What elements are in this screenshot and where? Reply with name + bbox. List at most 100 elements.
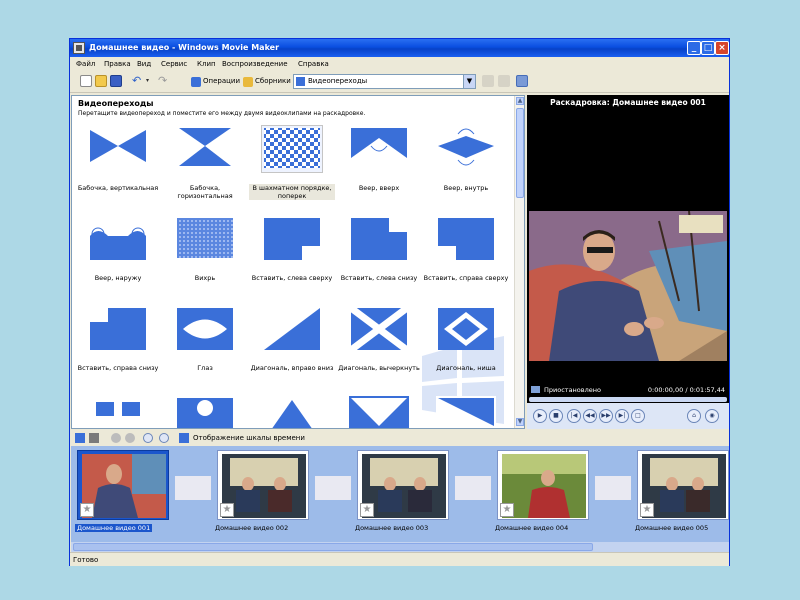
close-button[interactable]: ×	[715, 41, 729, 55]
partial-transition-icon	[88, 396, 148, 428]
previous-frame-icon[interactable]: |◀	[567, 409, 581, 423]
menu-edit[interactable]: Правка	[104, 60, 131, 68]
partial-transition-icon	[349, 396, 409, 428]
timeline-icon[interactable]	[179, 433, 189, 443]
save-project-icon[interactable]	[110, 75, 122, 87]
play-icon[interactable]: ▶	[533, 409, 547, 423]
whirlwind-icon	[175, 216, 235, 262]
menu-playback[interactable]: Воспроизведение	[222, 60, 288, 68]
transition-item[interactable]: Диагональ, ниша	[423, 306, 509, 394]
clip-caption: Домашнее видео 003	[355, 524, 429, 532]
transition-label: Вставить, справа сверху	[423, 274, 509, 282]
maximize-button[interactable]: □	[701, 41, 715, 55]
fast-forward-icon[interactable]: ▶▶	[599, 409, 613, 423]
storyboard: ★ Домашнее видео 001 ★ Домашнее видео 00…	[71, 446, 729, 552]
butterfly-vertical-icon	[88, 126, 148, 172]
stop-icon[interactable]: ■	[549, 409, 563, 423]
new-collection-icon[interactable]	[498, 75, 510, 87]
up-level-icon[interactable]	[482, 75, 494, 87]
preview-monitor: Раскадровка: Домашнее видео 001 Приостан…	[527, 95, 729, 429]
timeline-toggle-label[interactable]: Отображение шкалы времени	[193, 434, 305, 442]
open-project-icon[interactable]	[95, 75, 107, 87]
partial-transition-icon	[436, 396, 496, 428]
transition-item[interactable]: Бабочка, вертикальная	[75, 126, 161, 214]
star-icon: ★	[80, 503, 94, 517]
rewind-storyboard-icon[interactable]	[143, 433, 153, 443]
transition-slot[interactable]	[175, 476, 211, 500]
undo-dropdown-icon[interactable]: ▾	[146, 75, 158, 87]
clip-thumbnail	[82, 454, 166, 518]
diagonal-cross-out-icon	[349, 306, 409, 352]
storyboard-scrollbar-thumb[interactable]	[73, 543, 593, 551]
inset-top-left-icon	[262, 216, 322, 262]
checkerboard-icon	[261, 125, 323, 173]
storyboard-clip[interactable]: ★ Домашнее видео 004	[493, 448, 589, 538]
menu-tools[interactable]: Сервис	[161, 60, 187, 68]
fan-up-icon	[349, 126, 409, 172]
zoom-in-icon[interactable]	[111, 433, 121, 443]
transition-slot[interactable]	[595, 476, 631, 500]
clip-thumbnail	[502, 454, 586, 518]
storyboard-clip[interactable]: ★ Домашнее видео 003	[353, 448, 449, 538]
storyboard-clip[interactable]: ★ Домашнее видео 001	[73, 448, 169, 538]
toolbar: ↶ ▾ ↷ Операции Сборники Видеопереходы ▼	[70, 71, 729, 93]
split-clip-icon[interactable]: ⌂	[687, 409, 701, 423]
full-screen-icon[interactable]: □	[631, 409, 645, 423]
transition-item-partial[interactable]	[75, 396, 161, 428]
next-frame-icon[interactable]: ▶|	[615, 409, 629, 423]
storyboard-clip[interactable]: ★ Домашнее видео 002	[213, 448, 309, 538]
transitions-scrollbar[interactable]: ▲ ▼	[514, 96, 524, 428]
audio-levels-icon[interactable]	[89, 433, 99, 443]
narrate-icon[interactable]	[75, 433, 85, 443]
chevron-down-icon[interactable]: ▼	[463, 75, 475, 88]
transition-item-partial[interactable]	[336, 396, 422, 428]
scrollbar-thumb[interactable]	[516, 108, 524, 198]
zoom-out-icon[interactable]	[125, 433, 135, 443]
transition-item[interactable]: Веер, внутрь	[423, 126, 509, 214]
play-storyboard-icon[interactable]	[159, 433, 169, 443]
transition-item[interactable]: Вставить, слева снизу	[336, 216, 422, 304]
star-icon: ★	[500, 503, 514, 517]
transition-item[interactable]: Вставить, справа снизу	[75, 306, 161, 394]
scroll-up-icon[interactable]: ▲	[516, 97, 524, 105]
storyboard-scrollbar[interactable]	[71, 542, 729, 552]
take-snapshot-icon[interactable]: ◉	[705, 409, 719, 423]
transition-item[interactable]: Бабочка, горизонтальная	[162, 126, 248, 214]
transition-item[interactable]: Глаз	[162, 306, 248, 394]
transition-item-partial[interactable]	[249, 396, 335, 428]
transition-item-partial[interactable]	[423, 396, 509, 428]
transition-item[interactable]: Диагональ, вычеркнуть	[336, 306, 422, 394]
transition-item-partial[interactable]	[162, 396, 248, 428]
transition-slot[interactable]	[455, 476, 491, 500]
pane-heading: Видеопереходы	[78, 99, 154, 108]
inset-bottom-right-icon	[88, 306, 148, 352]
transition-label: Веер, наружу	[94, 274, 142, 282]
collection-combo[interactable]: Видеопереходы ▼	[293, 74, 476, 89]
minimize-button[interactable]: _	[687, 41, 701, 55]
scroll-down-icon[interactable]: ▼	[516, 418, 524, 426]
transition-label: Диагональ, ниша	[436, 364, 496, 372]
menu-file[interactable]: Файл	[76, 60, 95, 68]
title-bar: Домашнее видео - Windows Movie Maker _ □…	[70, 39, 729, 57]
transition-item[interactable]: Вставить, слева сверху	[249, 216, 335, 304]
menu-view[interactable]: Вид	[137, 60, 151, 68]
new-project-icon[interactable]	[80, 75, 92, 87]
storyboard-clip[interactable]: ★ Домашнее видео 005	[633, 448, 729, 538]
redo-icon[interactable]: ↷	[158, 75, 170, 87]
transition-slot[interactable]	[315, 476, 351, 500]
diagonal-down-right-icon	[262, 306, 322, 352]
transition-item[interactable]: Веер, наружу	[75, 216, 161, 304]
collections-button[interactable]: Сборники	[240, 74, 292, 89]
menu-help[interactable]: Справка	[298, 60, 329, 68]
transition-item[interactable]: Веер, вверх	[336, 126, 422, 214]
rewind-icon[interactable]: ◀◀	[583, 409, 597, 423]
transition-item[interactable]: Вихрь	[162, 216, 248, 304]
transition-item[interactable]: Диагональ, вправо вниз	[249, 306, 335, 394]
menu-clip[interactable]: Клип	[197, 60, 216, 68]
undo-icon[interactable]: ↶	[132, 75, 144, 87]
operations-button[interactable]: Операции	[188, 74, 241, 89]
views-icon[interactable]	[516, 75, 528, 87]
transition-item-selected[interactable]: В шахматном порядке, поперек	[249, 125, 335, 214]
seek-bar[interactable]	[529, 397, 727, 402]
transition-item[interactable]: Вставить, справа сверху	[423, 216, 509, 304]
